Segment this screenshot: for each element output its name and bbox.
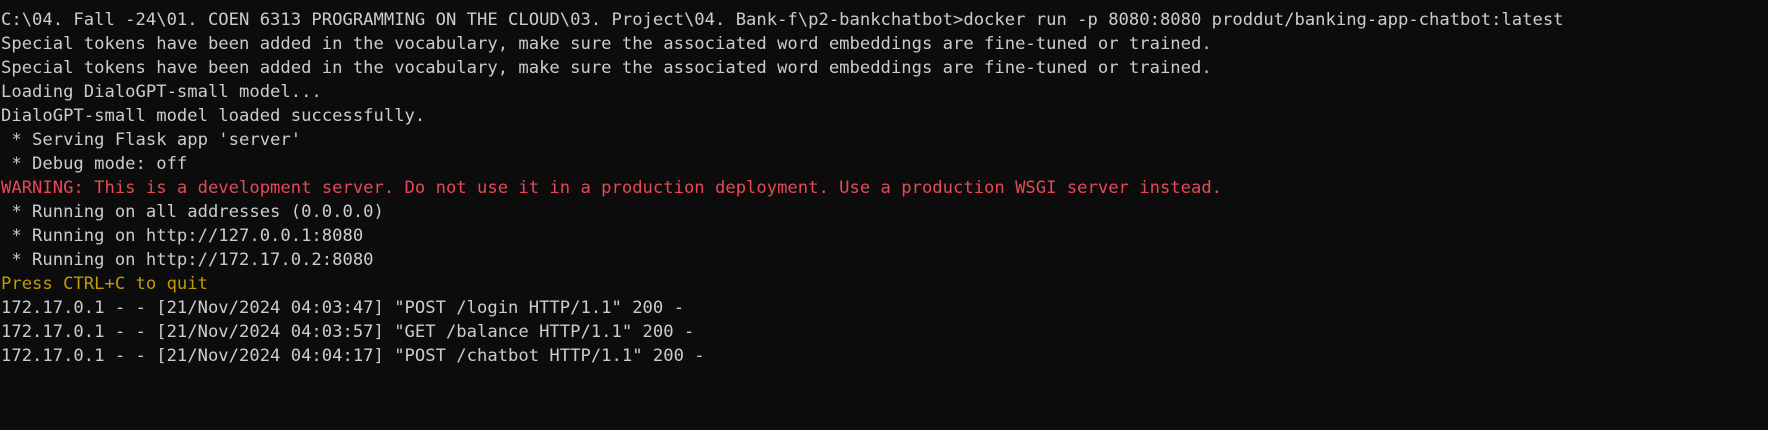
model-loading-line: Loading DialoGPT-small model...	[1, 82, 322, 102]
request-log-line: 172.17.0.1 - - [21/Nov/2024 04:03:57] "G…	[1, 322, 695, 342]
flask-serving-line: * Serving Flask app 'server'	[1, 130, 302, 150]
terminal-output[interactable]: C:\04. Fall -24\01. COEN 6313 PROGRAMMIN…	[0, 0, 1768, 430]
debug-mode-line: * Debug mode: off	[1, 154, 188, 174]
server-warning-line: WARNING: This is a development server. D…	[1, 178, 1223, 198]
running-localhost-line: * Running on http://127.0.0.1:8080	[1, 226, 364, 246]
tokenizer-notice-line: Special tokens have been added in the vo…	[1, 58, 1212, 78]
model-loaded-line: DialoGPT-small model loaded successfully…	[1, 106, 426, 126]
running-container-ip-line: * Running on http://172.17.0.2:8080	[1, 250, 374, 270]
command-prompt-line: C:\04. Fall -24\01. COEN 6313 PROGRAMMIN…	[1, 10, 1564, 30]
request-log-line: 172.17.0.1 - - [21/Nov/2024 04:04:17] "P…	[1, 346, 705, 366]
running-addresses-line: * Running on all addresses (0.0.0.0)	[1, 202, 384, 222]
request-log-line: 172.17.0.1 - - [21/Nov/2024 04:03:47] "P…	[1, 298, 684, 318]
quit-hint-line: Press CTRL+C to quit	[1, 274, 208, 294]
tokenizer-notice-line: Special tokens have been added in the vo…	[1, 34, 1212, 54]
